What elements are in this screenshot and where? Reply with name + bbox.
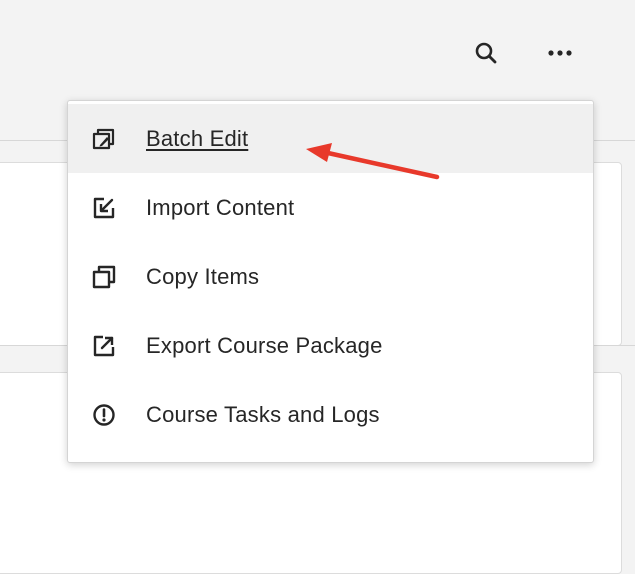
batch-edit-icon — [90, 125, 118, 153]
menu-item-label: Course Tasks and Logs — [146, 401, 380, 427]
menu-item-export-course-package[interactable]: Export Course Package — [68, 311, 593, 380]
menu-item-course-tasks-and-logs[interactable]: Course Tasks and Logs — [68, 380, 593, 449]
menu-item-label: Export Course Package — [146, 332, 383, 358]
page-header — [0, 0, 635, 100]
menu-item-label: Import Content — [146, 194, 295, 220]
more-options-icon — [548, 50, 572, 56]
copy-icon — [90, 263, 118, 291]
menu-item-label: Batch Edit — [146, 125, 249, 151]
export-icon — [90, 332, 118, 360]
more-options-button[interactable] — [545, 38, 575, 68]
search-button[interactable] — [471, 38, 501, 68]
search-icon — [475, 42, 497, 64]
menu-item-label: Copy Items — [146, 263, 260, 289]
menu-item-copy-items[interactable]: Copy Items — [68, 242, 593, 311]
import-icon — [90, 194, 118, 222]
annotation-arrow — [306, 143, 440, 180]
alert-circle-icon — [90, 401, 118, 429]
